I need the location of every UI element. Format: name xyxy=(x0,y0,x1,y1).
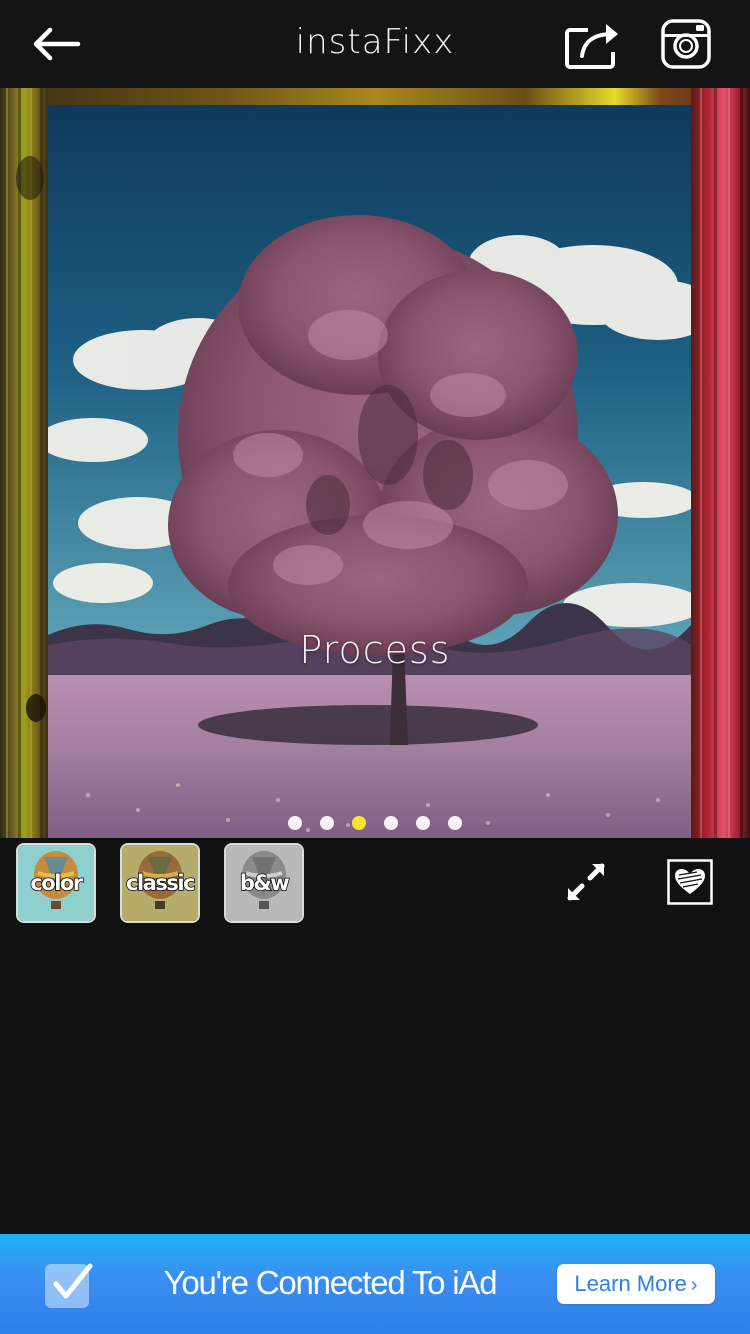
filter-color[interactable]: color xyxy=(16,843,96,923)
page-indicator xyxy=(0,816,750,832)
page-dot[interactable] xyxy=(384,816,398,830)
chevron-right-icon: › xyxy=(690,1274,698,1296)
process-label: Process xyxy=(299,628,451,672)
edited-photo xyxy=(48,105,691,838)
expand-button[interactable] xyxy=(564,860,608,904)
filter-classic[interactable]: classic xyxy=(120,843,200,923)
heart-frame-button[interactable] xyxy=(667,859,713,905)
page-dot[interactable] xyxy=(416,816,430,830)
filter-label: b&w xyxy=(239,870,290,896)
filter-label: color xyxy=(30,870,84,896)
iad-banner[interactable]: You're Connected To iAd Learn More › xyxy=(0,1234,750,1334)
top-bar: instaFixx xyxy=(0,0,750,88)
learn-more-button[interactable]: Learn More › xyxy=(557,1264,715,1304)
heart-frame-icon xyxy=(667,859,713,905)
page-dot-active[interactable] xyxy=(352,816,366,830)
learn-more-label: Learn More xyxy=(574,1271,687,1296)
checkmark-icon xyxy=(45,1263,93,1308)
app-title: instaFixx xyxy=(295,22,455,62)
filter-label: classic xyxy=(125,870,196,896)
page-dot[interactable] xyxy=(320,816,334,830)
share-button[interactable] xyxy=(560,18,624,72)
page-dot[interactable] xyxy=(288,816,302,830)
page-dot[interactable] xyxy=(448,816,462,830)
instagram-button[interactable] xyxy=(658,18,714,72)
filter-bw[interactable]: b&w xyxy=(224,843,304,923)
instagram-camera-icon xyxy=(661,19,711,69)
share-export-icon xyxy=(565,24,618,69)
photo-canvas[interactable]: Process xyxy=(0,88,750,838)
expand-arrows-icon xyxy=(567,863,605,901)
filter-bar: color classic b&w xyxy=(0,838,750,928)
ad-message: You're Connected To iAd xyxy=(163,1264,498,1301)
